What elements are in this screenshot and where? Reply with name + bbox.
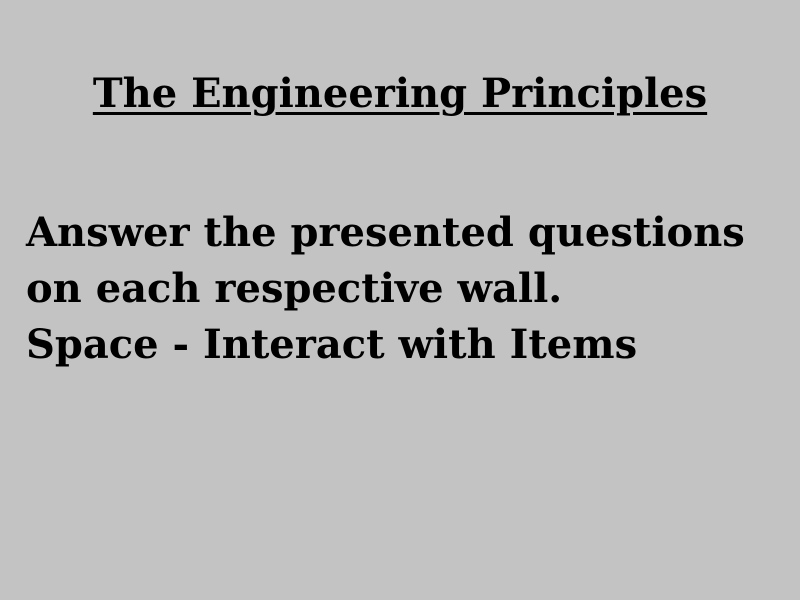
controls-hint: Space - Interact with Items [26, 321, 638, 368]
instruction-screen: The Engineering Principles Answer the pr… [0, 0, 800, 600]
screen-title: The Engineering Principles [92, 70, 708, 117]
instruction-line-1: Answer the presented questions [26, 209, 745, 256]
instruction-line-2: on each respective wall. [26, 265, 563, 312]
instructions-text: Answer the presented questions on each r… [26, 205, 796, 373]
